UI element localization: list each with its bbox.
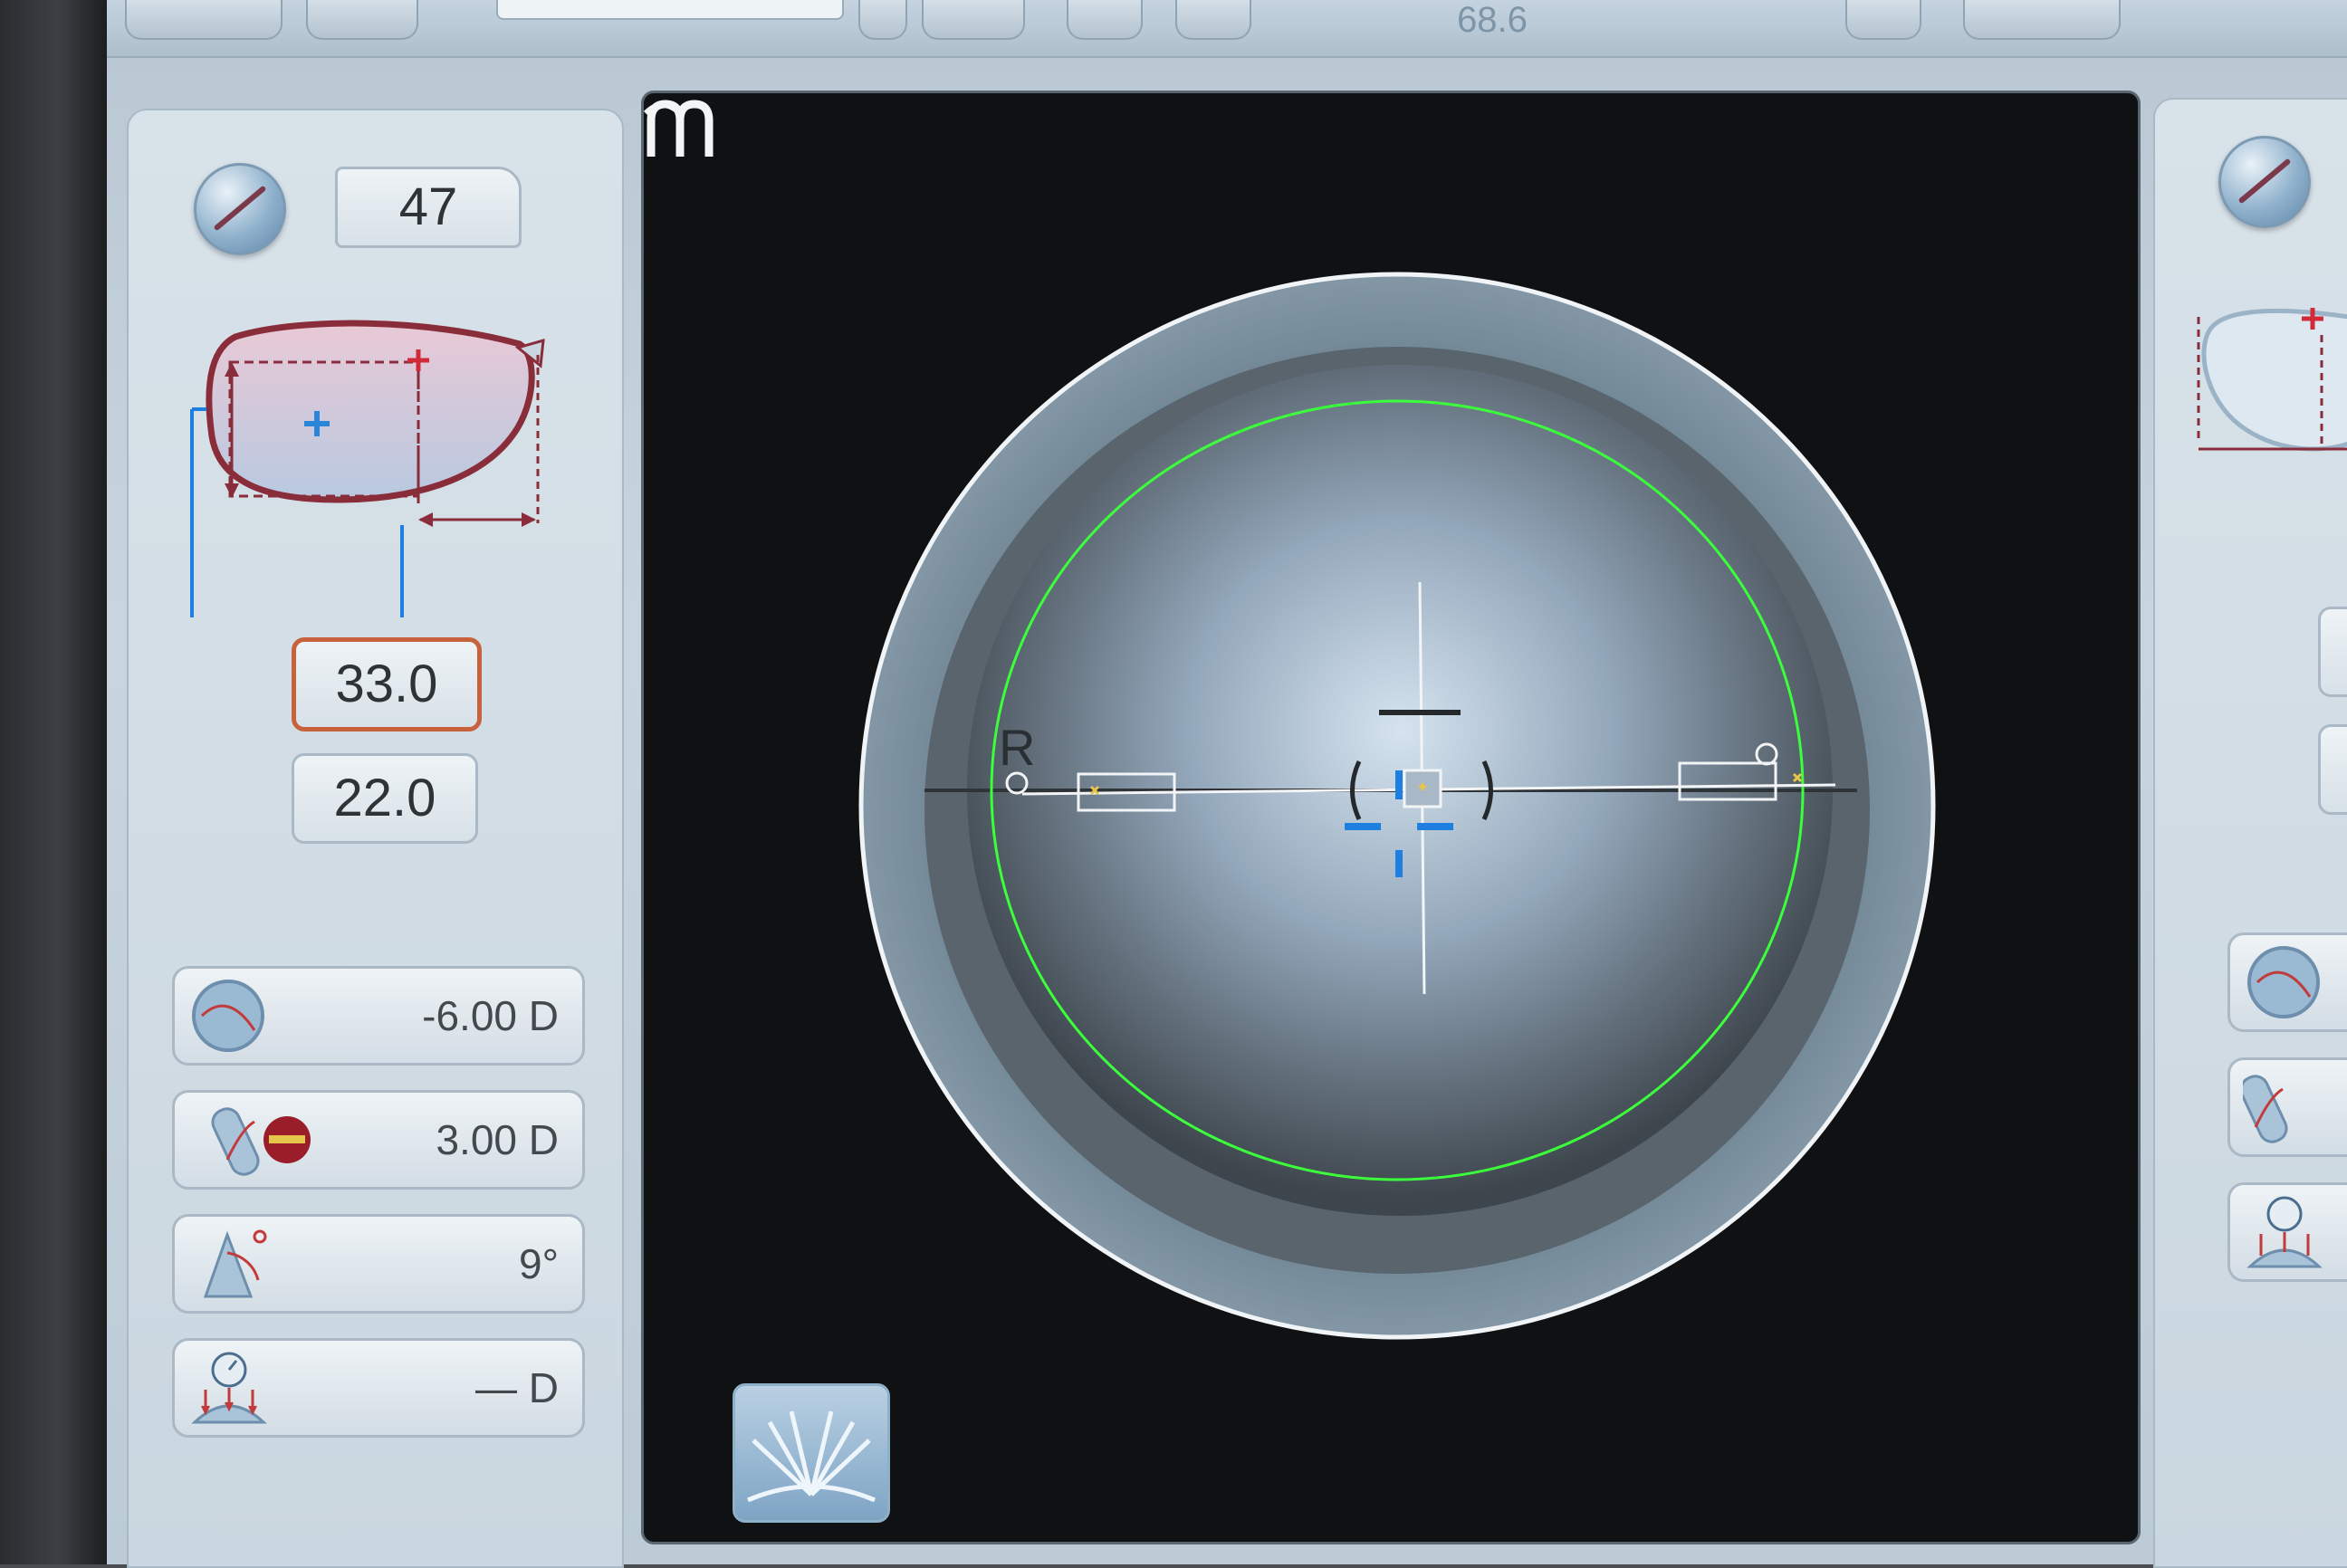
addition-value: — D [475,1364,559,1411]
frame-shape-icon-right [2197,308,2347,452]
right-lens-panel [2153,98,2347,1568]
diameter-icon[interactable] [194,163,286,255]
addition-row[interactable]: — D [172,1338,585,1438]
diameter-icon-right[interactable] [2218,136,2311,228]
height-field-right[interactable] [2318,607,2347,697]
height-field[interactable]: 33.0 [292,637,482,731]
left-lens-panel: 47 33.0 22.0 -6.00 D 3.00 D 9° — D [127,109,624,1568]
save-icon[interactable] [858,0,907,40]
cylinder-icon-right [2243,1075,2288,1143]
toolbar-button-2[interactable] [306,0,418,40]
addition-gauge-icon-right [2246,1196,2323,1268]
top-toolbar: 68.6 [107,0,2347,58]
toolbar-button-6[interactable] [1845,0,1921,40]
brand-logo-icon [644,100,714,157]
cylinder-power-row-right[interactable] [2227,1057,2347,1157]
toolbar-button-5[interactable] [1175,0,1251,40]
offset-field[interactable]: 22.0 [292,753,478,844]
book-icon[interactable] [733,1383,890,1523]
toolbar-button-7[interactable] [1963,0,2121,40]
cylinder-icon [211,1107,311,1176]
addition-row-right[interactable] [2227,1182,2347,1282]
sphere-power-row-right[interactable] [2227,932,2347,1032]
toolbar-button-4[interactable] [1067,0,1143,40]
sphere-icon [192,980,264,1052]
sphere-power-row[interactable]: -6.00 D [172,966,585,1066]
toolbar-input[interactable] [496,0,844,20]
monitor-bezel [0,0,107,1564]
axis-value: 9° [519,1240,559,1287]
frame-shape-icon [190,320,545,617]
toolbar-readout: 68.6 [1457,0,1528,40]
addition-gauge-icon [191,1352,267,1424]
toolbar-button-3[interactable] [922,0,1025,40]
toolbar-button-1[interactable] [125,0,283,40]
cylinder-value: 3.00 D [436,1116,559,1163]
axis-angle-icon [203,1229,267,1298]
diameter-value[interactable]: 47 [335,167,522,248]
sphere-value: -6.00 D [422,992,559,1039]
offset-field-right[interactable] [2318,724,2347,815]
lens-viewer[interactable]: R [641,91,2141,1544]
cylinder-power-row[interactable]: 3.00 D [172,1090,585,1190]
sphere-icon-right [2247,946,2320,1018]
axis-row[interactable]: 9° [172,1214,585,1314]
side-label: R [999,719,1035,776]
lens-image: R [858,272,1936,1340]
